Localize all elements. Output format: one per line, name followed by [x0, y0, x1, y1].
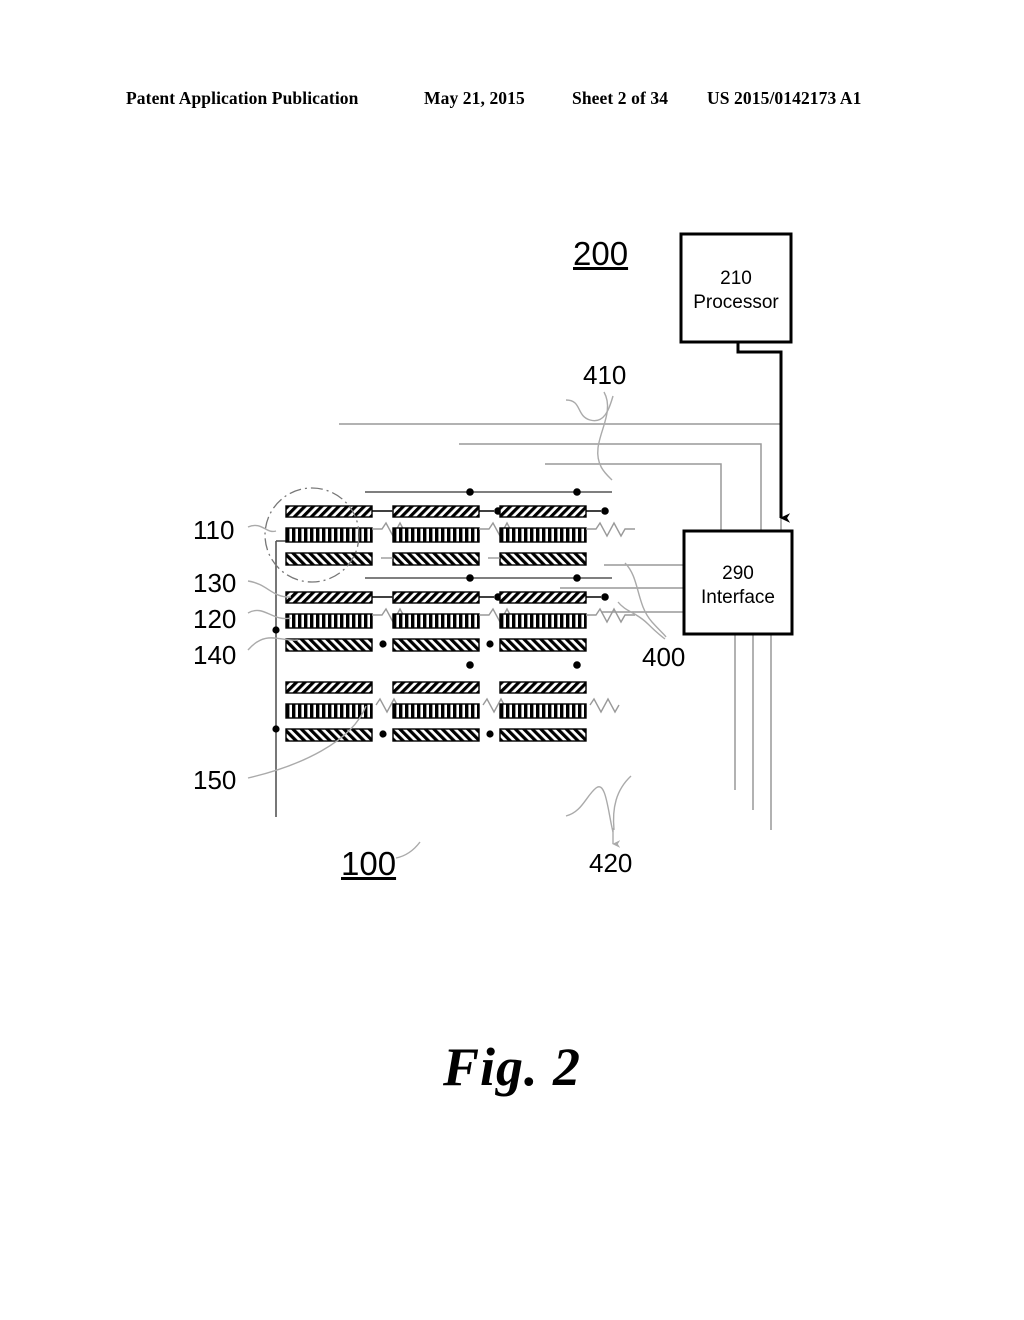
word-line-row-3-nodes	[466, 661, 581, 669]
reference-numeral-140: 140	[193, 640, 237, 670]
figure-drawing	[247, 232, 794, 859]
reference-numeral-400: 400	[642, 642, 686, 672]
leader-410	[565, 391, 614, 481]
reference-numeral-110: 110	[193, 515, 235, 545]
reference-numeral-420: 420	[589, 848, 633, 878]
figure-caption: Fig. 2	[442, 1037, 582, 1097]
reference-numeral-120: 120	[193, 604, 237, 634]
interface-box-number: 290	[722, 563, 754, 584]
reference-numeral-130: 130	[193, 568, 237, 598]
memory-cell-r1c3	[488, 505, 635, 566]
leader-110	[247, 524, 277, 533]
leader-420	[565, 775, 632, 848]
processor-to-interface-arrow	[736, 342, 791, 523]
processor-box-number: 210	[720, 268, 752, 289]
memory-cell-r3c3	[486, 681, 620, 742]
bus-420-wires	[734, 634, 772, 830]
patent-page: Patent Application Publication May 21, 2…	[0, 0, 1024, 1320]
leader-130	[247, 580, 292, 598]
word-line-row-1	[365, 488, 612, 496]
bit-line-150	[272, 540, 292, 817]
label-100: 100	[341, 845, 397, 882]
processor-box-label: Processor	[693, 292, 779, 313]
reference-numeral-410: 410	[583, 360, 627, 390]
leader-100	[395, 841, 421, 859]
word-line-row-2	[365, 574, 612, 582]
interface-box-label: Interface	[701, 587, 775, 608]
memory-cell-r2c3	[486, 591, 635, 652]
memory-cell-r3c1	[285, 681, 406, 742]
leader-120	[247, 609, 292, 620]
label-200: 200	[573, 235, 629, 272]
reference-numeral-150: 150	[193, 765, 237, 795]
leader-400	[617, 562, 667, 640]
bus-400-wires	[560, 564, 684, 613]
